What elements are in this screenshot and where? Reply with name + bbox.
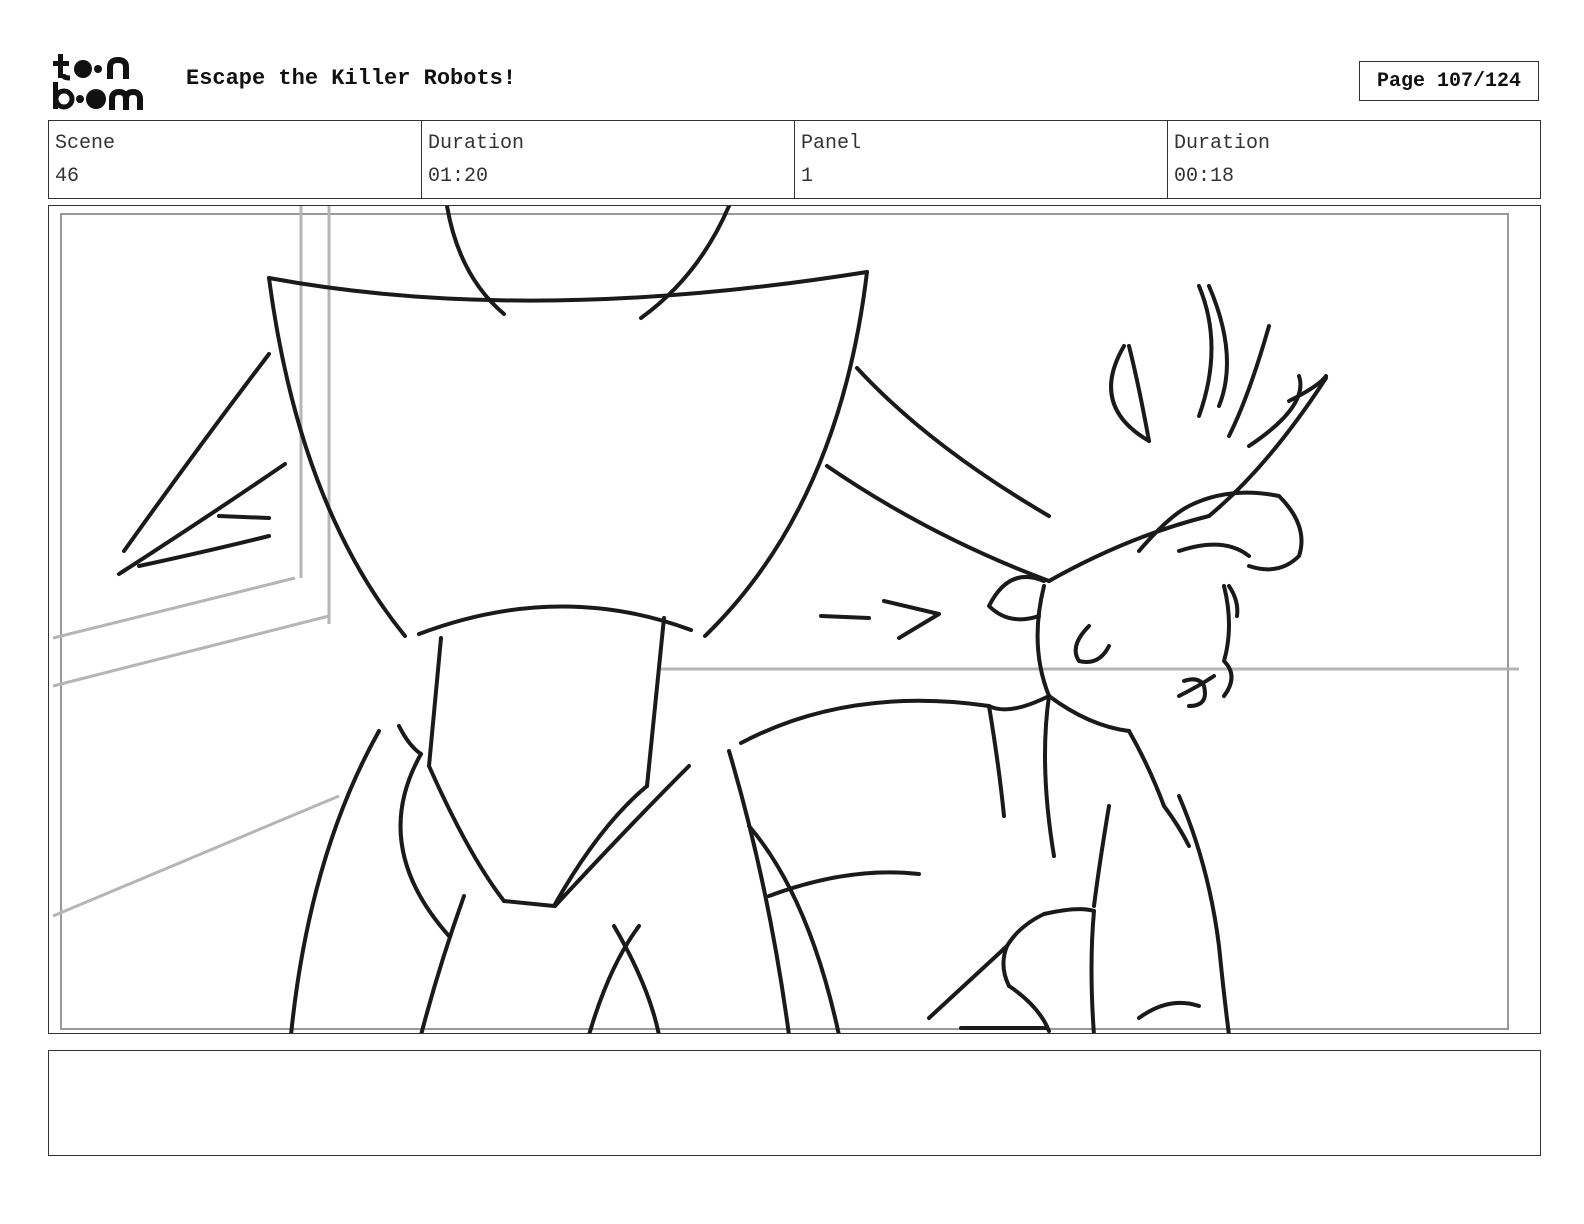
- scene-duration-value: 01:20: [428, 165, 489, 188]
- scene-cell: Scene 46: [49, 121, 422, 198]
- scene-duration-label: Duration: [428, 132, 525, 155]
- panel-duration-cell: Duration 00:18: [1168, 121, 1540, 198]
- scene-value: 46: [55, 165, 80, 188]
- scene-label: Scene: [55, 132, 116, 155]
- panel-cell: Panel 1: [795, 121, 1168, 198]
- panel-sketch: [52, 206, 1519, 1033]
- page-indicator: Page 107/124: [1359, 61, 1539, 101]
- scene-info-table: Scene 46 Duration 01:20 Panel 1 Duration…: [48, 120, 1541, 199]
- panel-value: 1: [801, 165, 814, 188]
- storyboard-panel: [48, 205, 1541, 1034]
- page-label: Page 107/124: [1376, 69, 1522, 93]
- project-title: Escape the Killer Robots!: [186, 66, 517, 91]
- panel-notes: [48, 1050, 1541, 1156]
- panel-duration-label: Duration: [1174, 132, 1271, 155]
- panel-duration-value: 00:18: [1174, 165, 1235, 188]
- scene-duration-cell: Duration 01:20: [422, 121, 795, 198]
- toonboom-logo: [53, 54, 143, 110]
- panel-label: Panel: [801, 132, 862, 155]
